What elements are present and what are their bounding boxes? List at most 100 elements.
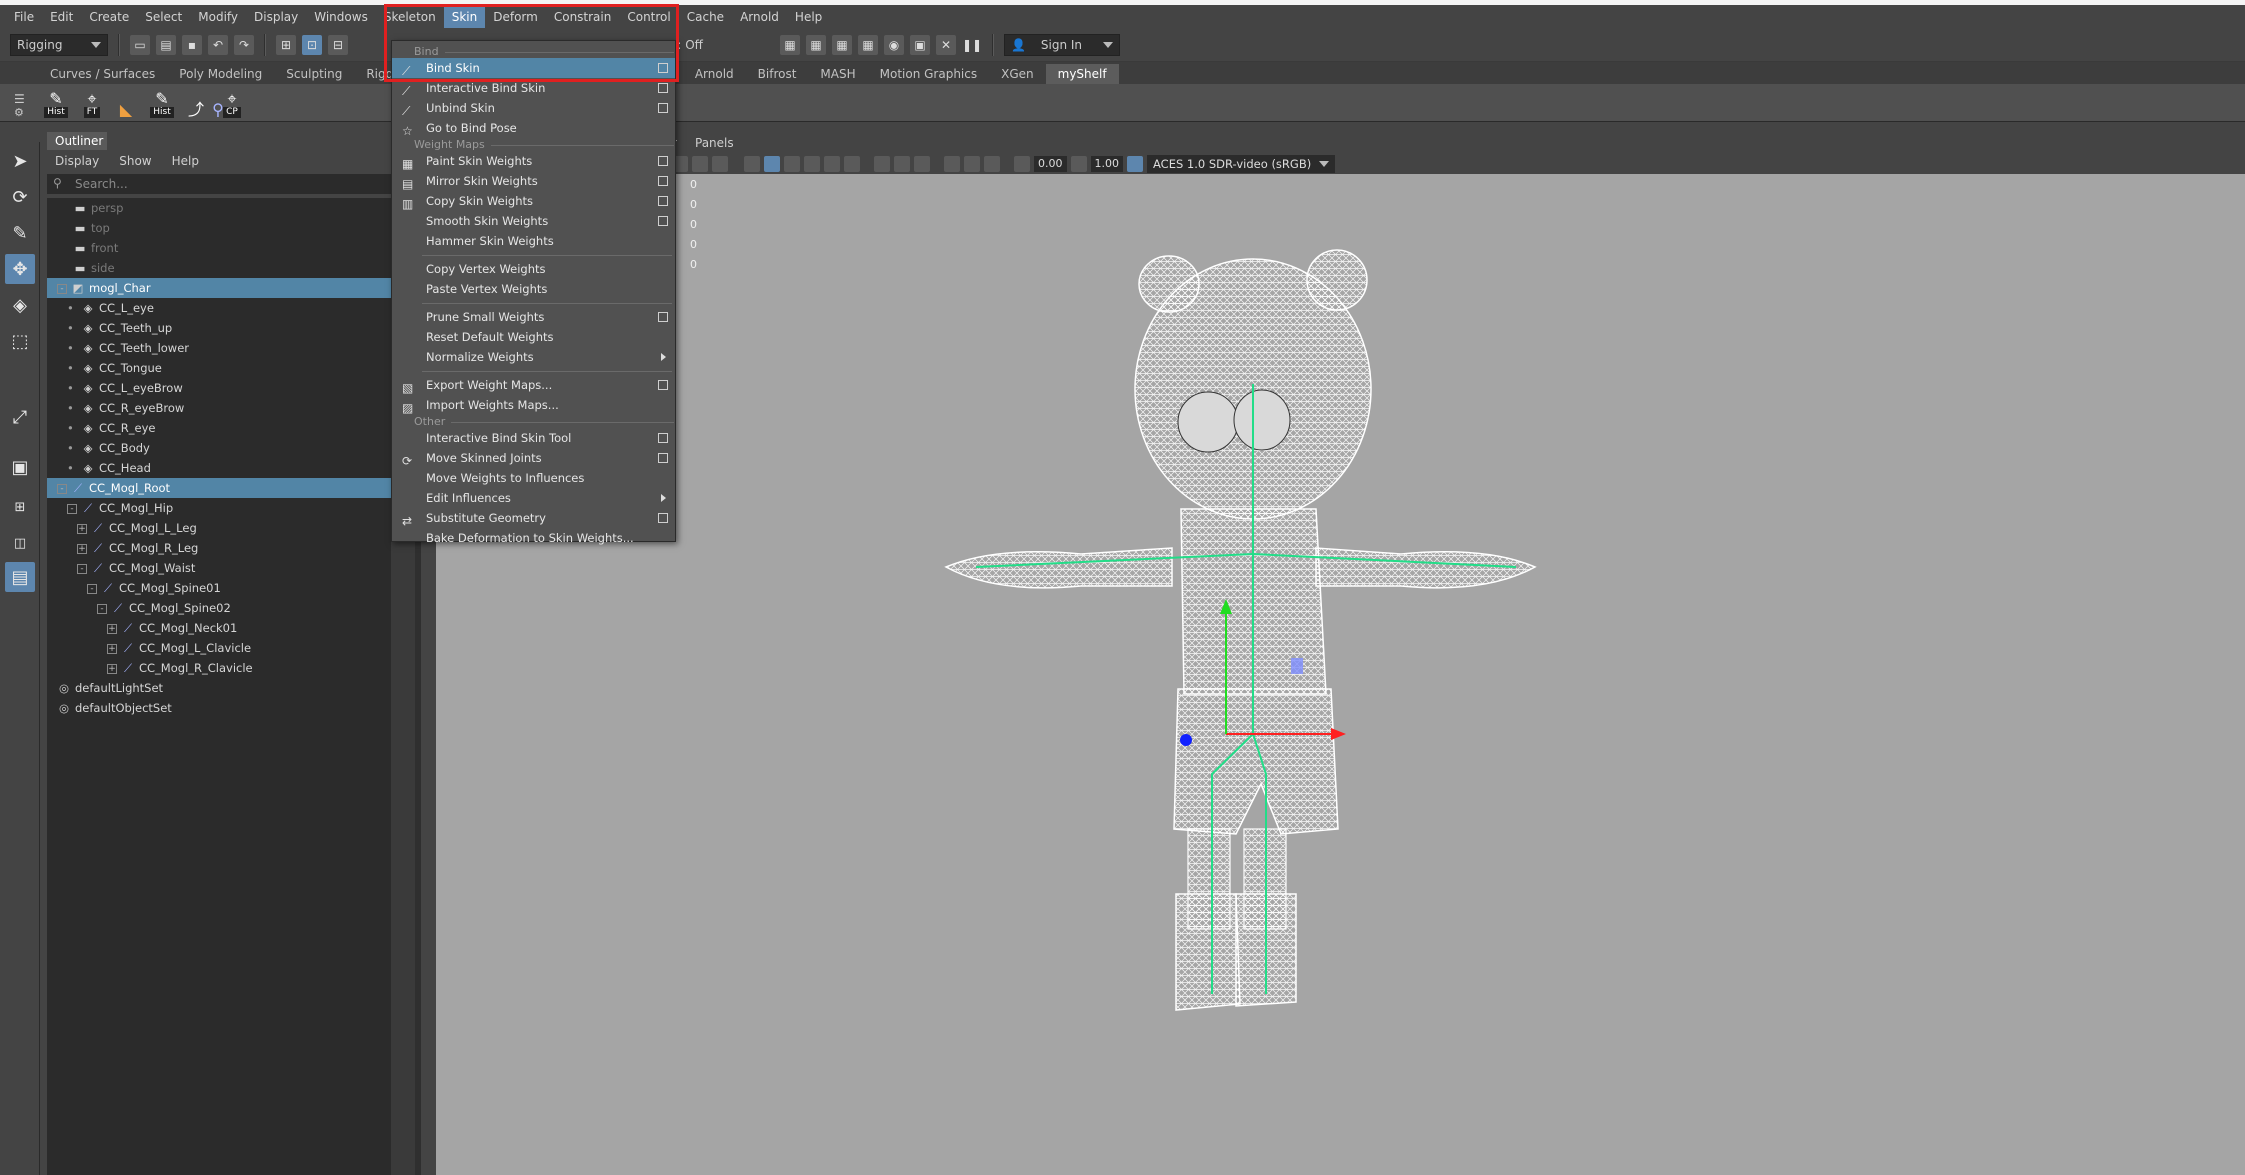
menu-create[interactable]: Create [81, 6, 137, 28]
xray-joints-icon[interactable] [964, 156, 980, 172]
shelf-tab-sculpting[interactable]: Sculpting [274, 64, 354, 84]
option-box-icon[interactable] [658, 103, 668, 113]
collapse-icon[interactable]: - [97, 603, 107, 614]
option-box-icon[interactable] [658, 513, 668, 523]
select-object-icon[interactable]: ⊡ [302, 34, 322, 55]
save-scene-icon[interactable]: ▪ [182, 34, 202, 55]
outliner-item[interactable]: + ⟋ CC_Mogl_R_Leg [47, 538, 391, 558]
expand-icon[interactable]: + [77, 523, 87, 534]
viewport-3d[interactable]: 0 0 0 0 0 [436, 174, 2245, 1175]
option-box-icon[interactable] [658, 433, 668, 443]
outliner-item[interactable]: • ◈ CC_R_eyeBrow [47, 398, 391, 418]
menu-item-prune-small-weights[interactable]: Prune Small Weights [392, 307, 675, 327]
select-hierarchy-icon[interactable]: ⊞ [276, 34, 296, 55]
shelf-tab-mash[interactable]: MASH [808, 64, 867, 84]
menu-item-smooth-skin-weights[interactable]: Smooth Skin Weights [392, 211, 675, 231]
move-tool-icon[interactable]: ✥ [5, 254, 35, 284]
shelf-tab-motion-graphics[interactable]: Motion Graphics [868, 64, 990, 84]
pause-icon[interactable]: ❚❚ [962, 35, 982, 55]
menu-item-bake-deformation-to-skin-weights[interactable]: Bake Deformation to Skin Weights... [392, 528, 675, 548]
outliner-layout-icon[interactable]: ▤ [5, 562, 35, 592]
menu-item-export-weight-maps[interactable]: ▧ Export Weight Maps... [392, 375, 675, 395]
outliner-item[interactable]: ◎ defaultObjectSet [47, 698, 391, 718]
menu-item-import-weights-maps[interactable]: ▨ Import Weights Maps... [392, 395, 675, 415]
outliner-item[interactable]: • ◈ CC_Tongue [47, 358, 391, 378]
ipr-render-icon[interactable]: ▦ [832, 34, 852, 55]
outliner-item[interactable]: • ◈ CC_Body [47, 438, 391, 458]
shelf-settings-icon[interactable]: ⚙ [14, 106, 24, 119]
scale-tool-icon[interactable]: ⬚ [5, 326, 35, 356]
outliner-item[interactable]: + ⟋ CC_Mogl_L_Clavicle [47, 638, 391, 658]
menu-display[interactable]: Display [246, 6, 306, 28]
menu-item-copy-vertex-weights[interactable]: Copy Vertex Weights [392, 259, 675, 279]
lasso-tool-icon[interactable]: ⟳ [5, 182, 35, 212]
motion-blur-icon[interactable] [894, 156, 910, 172]
render-view-icon[interactable]: ▣ [910, 34, 930, 55]
menu-item-mirror-skin-weights[interactable]: ▤ Mirror Skin Weights [392, 171, 675, 191]
outliner-item[interactable]: ▬ persp [47, 198, 391, 218]
ambient-occlusion-icon[interactable] [874, 156, 890, 172]
outliner-item[interactable]: • ◈ CC_L_eye [47, 298, 391, 318]
expand-icon[interactable]: + [77, 543, 87, 554]
outliner-item[interactable]: - ⟋ CC_Mogl_Spine02 [47, 598, 391, 618]
rotate-tool-icon[interactable]: ◈ [5, 290, 35, 320]
gamma-icon[interactable] [1070, 156, 1087, 172]
outliner-item[interactable]: • ◈ CC_Teeth_lower [47, 338, 391, 358]
menu-file[interactable]: File [6, 6, 42, 28]
menu-item-move-skinned-joints[interactable]: ⟳ Move Skinned Joints [392, 448, 675, 468]
layout-two-icon[interactable]: ◫ [5, 528, 35, 558]
viewport-menu-panels[interactable]: Panels [695, 136, 734, 154]
textured-icon[interactable] [784, 156, 800, 172]
layout-single-icon[interactable]: ▣ [5, 452, 35, 482]
menu-modify[interactable]: Modify [190, 6, 246, 28]
select-tool-icon[interactable]: ➤ [5, 146, 35, 176]
menu-item-hammer-skin-weights[interactable]: Hammer Skin Weights [392, 231, 675, 251]
snapshot-icon[interactable]: ✕ [936, 34, 956, 55]
gamma-field[interactable]: 1.00 [1090, 156, 1123, 172]
shelf-tab-myshelf[interactable]: myShelf [1045, 64, 1119, 84]
shelf-tab-poly-modeling[interactable]: Poly Modeling [167, 64, 274, 84]
render-sequence-icon[interactable]: ▦ [806, 34, 826, 55]
render-frame-icon[interactable]: ▦ [780, 34, 800, 55]
shelf-tab-bifrost[interactable]: Bifrost [746, 64, 809, 84]
expand-icon[interactable]: + [107, 663, 117, 674]
exposure-field[interactable]: 0.00 [1034, 156, 1067, 172]
outliner-item[interactable]: • ◈ CC_Teeth_up [47, 318, 391, 338]
collapse-icon[interactable]: - [57, 283, 67, 294]
outliner-search-input[interactable]: ⚲ Search... [47, 174, 391, 194]
option-box-icon[interactable] [658, 196, 668, 206]
collapse-icon[interactable]: - [87, 583, 97, 594]
menu-item-substitute-geometry[interactable]: ⇄ Substitute Geometry [392, 508, 675, 528]
shelf-tab-arnold[interactable]: Arnold [683, 64, 746, 84]
menu-item-reset-default-weights[interactable]: Reset Default Weights [392, 327, 675, 347]
menu-item-paste-vertex-weights[interactable]: Paste Vertex Weights [392, 279, 675, 299]
menu-item-copy-skin-weights[interactable]: ▥ Copy Skin Weights [392, 191, 675, 211]
outliner-item[interactable]: - ⟋ CC_Mogl_Root [47, 478, 391, 498]
shelf-tab-curves-surfaces[interactable]: Curves / Surfaces [38, 64, 167, 84]
outliner-tab[interactable]: Outliner [47, 132, 107, 150]
image-plane-icon[interactable] [712, 156, 728, 172]
view-transform-dropdown[interactable]: ACES 1.0 SDR-video (sRGB) [1147, 155, 1336, 173]
option-box-icon[interactable] [658, 176, 668, 186]
outliner-menu-display[interactable]: Display [55, 154, 99, 168]
isolate-select-icon[interactable] [944, 156, 960, 172]
option-box-icon[interactable] [658, 156, 668, 166]
undo-icon[interactable]: ↶ [208, 34, 228, 55]
menu-set-dropdown[interactable]: Rigging [10, 33, 108, 56]
outliner-menu-show[interactable]: Show [119, 154, 151, 168]
expand-icon[interactable]: + [107, 643, 117, 654]
menu-edit[interactable]: Edit [42, 6, 81, 28]
outliner-item[interactable]: - ⟋ CC_Mogl_Spine01 [47, 578, 391, 598]
anti-aliasing-icon[interactable] [914, 156, 930, 172]
menu-item-move-weights-to-influences[interactable]: Move Weights to Influences [392, 468, 675, 488]
bookmark-icon[interactable] [692, 156, 708, 172]
new-scene-icon[interactable]: ▭ [130, 34, 150, 55]
expand-icon[interactable]: + [107, 623, 117, 634]
option-box-icon[interactable] [658, 312, 668, 322]
menu-cache[interactable]: Cache [679, 6, 732, 28]
outliner-item[interactable]: ◎ defaultLightSet [47, 678, 391, 698]
sign-in-dropdown[interactable]: 👤 Sign In [1004, 33, 1120, 56]
outliner-item[interactable]: + ⟋ CC_Mogl_Neck01 [47, 618, 391, 638]
render-settings-icon[interactable]: ▦ [858, 34, 878, 55]
shadows-icon[interactable] [824, 156, 840, 172]
